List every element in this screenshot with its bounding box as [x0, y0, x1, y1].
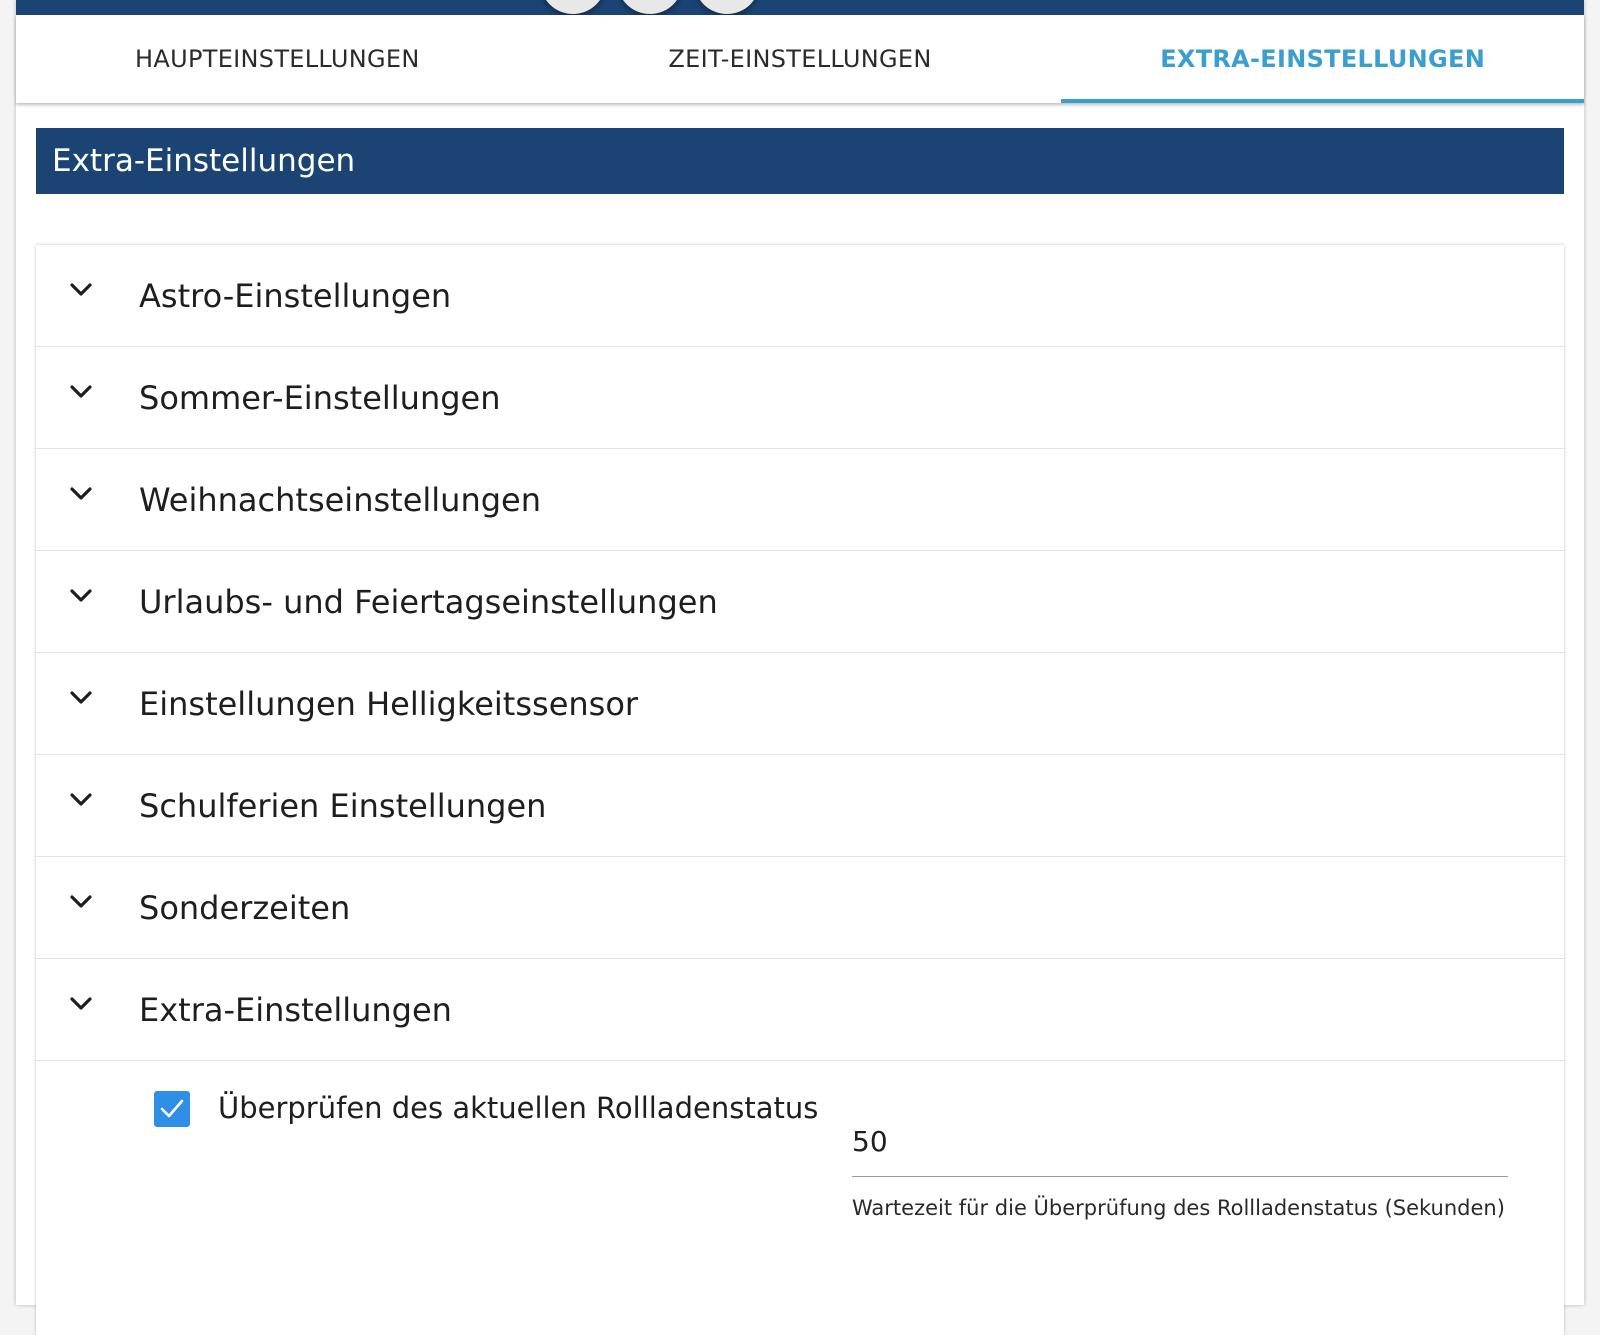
toolbar-round-button-3[interactable] [694, 0, 760, 14]
toolbar-round-button-2[interactable] [617, 0, 683, 14]
wait-time-input[interactable] [852, 1107, 1508, 1177]
tab-zeit-einstellungen[interactable]: ZEIT-EINSTELLUNGEN [539, 15, 1062, 103]
app-bar [16, 0, 1584, 15]
settings-accordion: Astro-Einstellungen Sommer-Einstellungen… [36, 245, 1564, 1335]
toolbar-round-button-1[interactable] [540, 0, 606, 14]
settings-page: HAUPTEINSTELLUNGEN ZEIT-EINSTELLUNGEN EX… [16, 0, 1584, 1335]
chevron-down-icon [70, 487, 92, 500]
chevron-down-icon [70, 589, 92, 602]
accordion-item-sonderzeiten[interactable]: Sonderzeiten [36, 857, 1564, 959]
tab-extra-einstellungen[interactable]: EXTRA-EINSTELLUNGEN [1061, 15, 1584, 103]
chevron-down-icon [70, 895, 92, 908]
accordion-item-weihnachten[interactable]: Weihnachtseinstellungen [36, 449, 1564, 551]
accordion-item-sommer[interactable]: Sommer-Einstellungen [36, 347, 1564, 449]
accordion-item-label: Urlaubs- und Feiertagseinstellungen [139, 582, 718, 621]
checkmark-icon [160, 1099, 184, 1118]
accordion-item-label: Astro-Einstellungen [139, 276, 452, 315]
accordion-item-label: Einstellungen Helligkeitssensor [139, 684, 639, 723]
section-title: Extra-Einstellungen [36, 128, 1564, 194]
accordion-item-label: Sonderzeiten [139, 888, 351, 927]
accordion-item-helligkeitssensor[interactable]: Einstellungen Helligkeitssensor [36, 653, 1564, 755]
chevron-down-icon [70, 997, 92, 1010]
accordion-item-astro[interactable]: Astro-Einstellungen [36, 245, 1564, 347]
accordion-item-label: Extra-Einstellungen [139, 990, 452, 1029]
wait-time-helper-text: Wartezeit für die Überprüfung des Rollla… [852, 1196, 1505, 1220]
accordion-item-extra[interactable]: Extra-Einstellungen [36, 959, 1564, 1061]
section-title-text: Extra-Einstellungen [52, 143, 356, 179]
extra-settings-panel: Überprüfen des aktuellen Rollladenstatus… [36, 1061, 1564, 1311]
chevron-down-icon [70, 385, 92, 398]
chevron-down-icon [70, 283, 92, 296]
check-rollladenstatus-checkbox[interactable] [154, 1091, 190, 1127]
accordion-item-label: Weihnachtseinstellungen [139, 480, 541, 519]
accordion-item-label: Schulferien Einstellungen [139, 786, 547, 825]
accordion-item-schulferien[interactable]: Schulferien Einstellungen [36, 755, 1564, 857]
accordion-item-urlaub[interactable]: Urlaubs- und Feiertagseinstellungen [36, 551, 1564, 653]
tab-haupteinstellungen[interactable]: HAUPTEINSTELLUNGEN [16, 15, 539, 103]
check-rollladenstatus-label: Überprüfen des aktuellen Rollladenstatus [218, 1091, 819, 1125]
chevron-down-icon [70, 793, 92, 806]
tab-bar: HAUPTEINSTELLUNGEN ZEIT-EINSTELLUNGEN EX… [16, 15, 1584, 103]
chevron-down-icon [70, 691, 92, 704]
accordion-item-label: Sommer-Einstellungen [139, 378, 501, 417]
